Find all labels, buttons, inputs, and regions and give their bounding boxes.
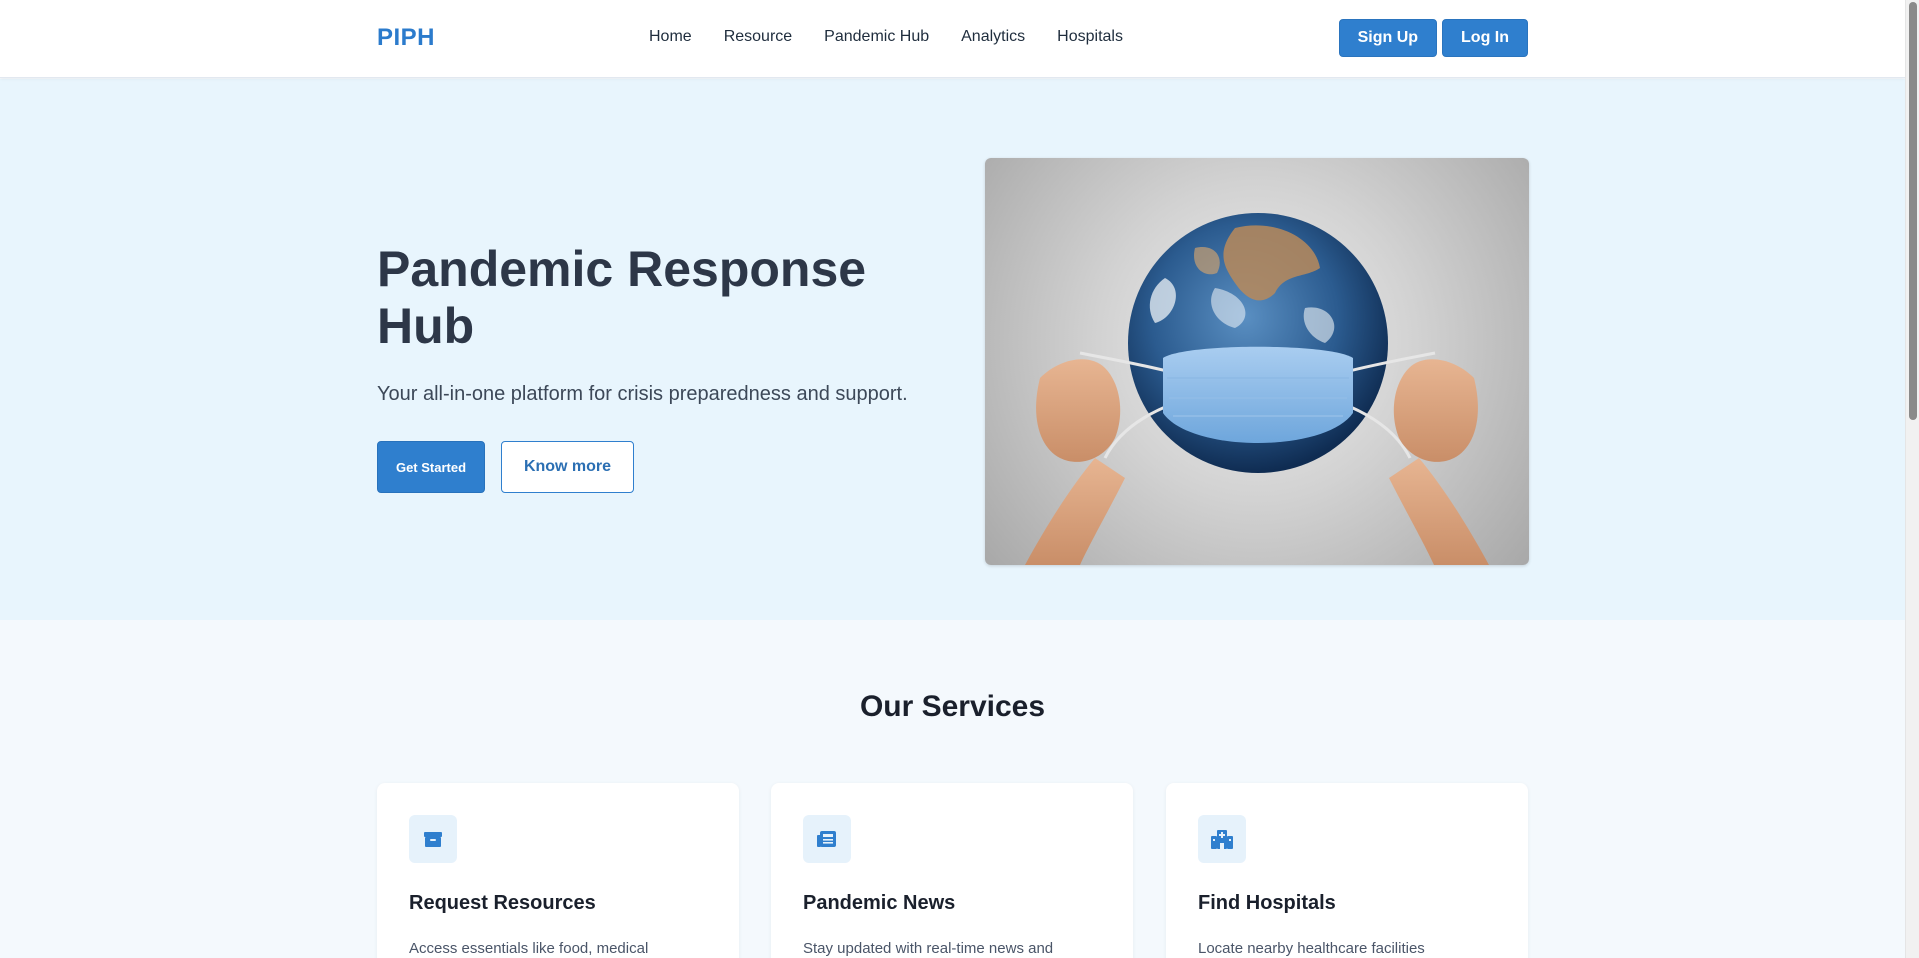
hero-subtitle: Your all-in-one platform for crisis prep… (377, 383, 908, 405)
box-icon (409, 815, 457, 863)
hero-section: Pandemic Response Hub Your all-in-one pl… (0, 79, 1905, 620)
sign-up-button[interactable]: Sign Up (1338, 19, 1438, 57)
nav-hospitals[interactable]: Hospitals (1057, 28, 1123, 46)
nav-home[interactable]: Home (649, 28, 692, 46)
card-title: Pandemic News (803, 892, 956, 914)
know-more-button[interactable]: Know more (501, 441, 634, 493)
vertical-scrollbar[interactable] (1905, 0, 1919, 958)
nav-resource[interactable]: Resource (724, 28, 792, 46)
hero-image-earth-mask (985, 158, 1529, 565)
service-card-pandemic-news[interactable]: Pandemic News Stay updated with real-tim… (771, 783, 1133, 958)
log-in-button[interactable]: Log In (1442, 19, 1528, 57)
services-title: Our Services (859, 690, 1046, 723)
service-card-request-resources[interactable]: Request Resources Access essentials like… (377, 783, 739, 958)
card-description: Locate nearby healthcare facilities (1198, 940, 1425, 957)
scrollbar-thumb[interactable] (1909, 2, 1917, 420)
top-navbar: PIPH Home Resource Pandemic Hub Analytic… (0, 0, 1905, 78)
nav-analytics[interactable]: Analytics (961, 28, 1025, 46)
hospital-icon (1198, 815, 1246, 863)
page: PIPH Home Resource Pandemic Hub Analytic… (0, 0, 1905, 958)
card-title: Request Resources (409, 892, 596, 914)
hero-title: Pandemic Response Hub (377, 241, 867, 354)
main-nav: Home Resource Pandemic Hub Analytics Hos… (649, 28, 1123, 46)
service-card-find-hospitals[interactable]: Find Hospitals Locate nearby healthcare … (1166, 783, 1528, 958)
nav-pandemic-hub[interactable]: Pandemic Hub (824, 28, 929, 46)
site-logo[interactable]: PIPH (377, 24, 435, 52)
get-started-button[interactable]: Get Started (377, 441, 485, 493)
auth-buttons: Sign Up Log In (1338, 19, 1528, 57)
earth-with-mask-illustration (1025, 213, 1489, 565)
newspaper-icon (803, 815, 851, 863)
card-title: Find Hospitals (1198, 892, 1336, 914)
card-description: Access essentials like food, medical (409, 940, 649, 957)
card-description: Stay updated with real-time news and (803, 940, 1054, 957)
